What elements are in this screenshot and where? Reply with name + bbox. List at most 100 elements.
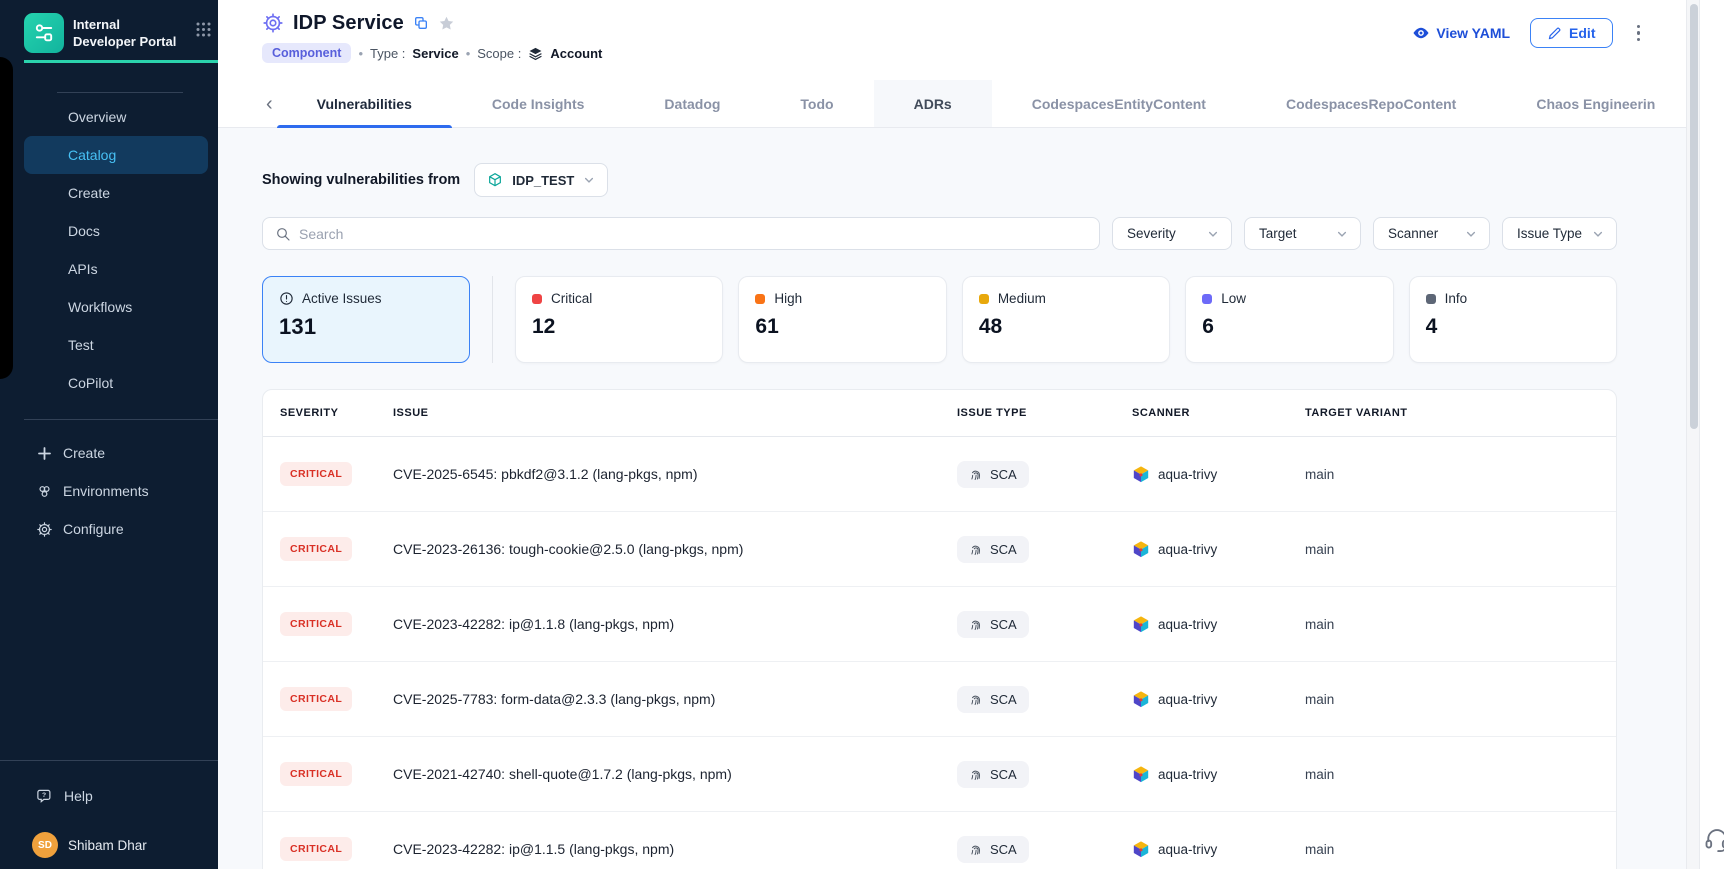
table-row[interactable]: CRITICAL CVE-2021-42740: shell-quote@1.7… — [263, 737, 1616, 812]
severity-badge: CRITICAL — [280, 762, 352, 786]
support-headset-icon[interactable] — [1703, 826, 1724, 859]
high-card[interactable]: High 61 — [738, 276, 946, 363]
sidebar-create-button[interactable]: Create — [0, 434, 218, 472]
portal-logo[interactable] — [24, 13, 64, 53]
sidebar-item-copilot[interactable]: CoPilot — [24, 364, 208, 402]
info-card[interactable]: Info 4 — [1409, 276, 1617, 363]
gear-icon — [36, 521, 53, 538]
sidebar-divider — [24, 419, 218, 420]
search-input[interactable] — [299, 226, 1087, 242]
tab-chaos-engineering[interactable]: Chaos Engineerin — [1496, 80, 1695, 127]
tab-todo[interactable]: Todo — [760, 80, 873, 127]
page-scrollbar — [1686, 0, 1700, 869]
svg-text:?: ? — [42, 792, 46, 799]
filter-scanner[interactable]: Scanner — [1373, 217, 1490, 250]
table-header: SEVERITY ISSUE ISSUE TYPE SCANNER TARGET… — [263, 390, 1616, 437]
sidebar-item-catalog[interactable]: Catalog — [24, 136, 208, 174]
sidebar-help-button[interactable]: ? Help — [0, 777, 218, 815]
medium-card[interactable]: Medium 48 — [962, 276, 1170, 363]
source-select[interactable]: IDP_TEST — [474, 163, 608, 197]
col-target-variant: TARGET VARIANT — [1305, 407, 1616, 419]
sidebar-create-label: Create — [63, 445, 105, 461]
low-dot — [1202, 294, 1212, 304]
filter-issue-type-label: Issue Type — [1517, 226, 1582, 241]
target-variant: main — [1305, 692, 1616, 707]
help-label: Help — [64, 788, 93, 804]
col-issue: ISSUE — [393, 407, 957, 419]
target-variant: main — [1305, 467, 1616, 482]
severity-badge: CRITICAL — [280, 612, 352, 636]
critical-card[interactable]: Critical 12 — [515, 276, 723, 363]
vulnerabilities-panel: Showing vulnerabilities from IDP_TEST — [218, 128, 1686, 869]
user-menu[interactable]: SD Shibam Dhar — [0, 829, 218, 861]
sidebar-item-test[interactable]: Test — [24, 326, 208, 364]
copy-icon[interactable] — [413, 15, 429, 31]
sidebar-item-overview[interactable]: Overview — [24, 98, 208, 136]
scope-value: Account — [550, 46, 602, 61]
tab-datadog[interactable]: Datadog — [624, 80, 760, 127]
chevron-down-icon — [1207, 228, 1219, 240]
fingerprint-icon — [969, 467, 983, 481]
filter-issue-type[interactable]: Issue Type — [1502, 217, 1617, 250]
active-issues-count: 131 — [279, 314, 453, 340]
more-options-icon[interactable] — [1633, 21, 1645, 46]
table-row[interactable]: CRITICAL CVE-2025-6545: pbkdf2@3.1.2 (la… — [263, 437, 1616, 512]
view-yaml-button[interactable]: View YAML — [1412, 24, 1510, 42]
fingerprint-icon — [969, 617, 983, 631]
scrollbar-thumb[interactable] — [1690, 4, 1698, 429]
filter-severity[interactable]: Severity — [1112, 217, 1232, 250]
brand-underline — [24, 60, 218, 63]
high-label: High — [774, 291, 802, 306]
vulnerabilities-table: SEVERITY ISSUE ISSUE TYPE SCANNER TARGET… — [262, 389, 1617, 869]
table-row[interactable]: CRITICAL CVE-2023-42282: ip@1.1.5 (lang-… — [263, 812, 1616, 869]
avatar: SD — [32, 832, 58, 858]
table-row[interactable]: CRITICAL CVE-2023-26136: tough-cookie@2.… — [263, 512, 1616, 587]
sidebar-configure-button[interactable]: Configure — [0, 510, 218, 548]
sidebar-actions: Create Environments Configure — [0, 434, 218, 548]
sidebar-environments-button[interactable]: Environments — [0, 472, 218, 510]
scanner-cell: aqua-trivy — [1132, 690, 1305, 708]
sidebar-item-workflows[interactable]: Workflows — [24, 288, 208, 326]
chevron-down-icon — [583, 174, 595, 186]
tab-codespaces-entity-content[interactable]: CodespacesEntityContent — [992, 80, 1246, 127]
low-card[interactable]: Low 6 — [1185, 276, 1393, 363]
filter-scanner-label: Scanner — [1388, 226, 1438, 241]
edit-label: Edit — [1569, 25, 1595, 41]
tabs-scroll-left-icon[interactable]: ‹ — [262, 94, 277, 114]
issue-text: CVE-2025-6545: pbkdf2@3.1.2 (lang-pkgs, … — [393, 466, 957, 482]
issue-text: CVE-2023-42282: ip@1.1.8 (lang-pkgs, npm… — [393, 616, 957, 632]
table-row[interactable]: CRITICAL CVE-2025-7783: form-data@2.3.3 … — [263, 662, 1616, 737]
issue-text: CVE-2023-42282: ip@1.1.5 (lang-pkgs, npm… — [393, 841, 957, 857]
high-count: 61 — [755, 315, 929, 339]
fingerprint-icon — [969, 767, 983, 781]
main-area: IDP Service Component • Type : Service •… — [218, 0, 1686, 869]
star-icon[interactable] — [438, 15, 455, 32]
tab-adrs[interactable]: ADRs — [874, 80, 992, 127]
severity-badge: CRITICAL — [280, 837, 352, 861]
active-issues-card[interactable]: Active Issues 131 — [262, 276, 470, 363]
table-row[interactable]: CRITICAL CVE-2023-42282: ip@1.1.8 (lang-… — [263, 587, 1616, 662]
info-count: 4 — [1426, 315, 1600, 339]
sidebar-item-create[interactable]: Create — [24, 174, 208, 212]
service-gear-icon — [262, 12, 284, 34]
package-cube-icon — [487, 172, 503, 188]
low-label: Low — [1221, 291, 1246, 306]
issue-type-badge: SCA — [957, 761, 1029, 788]
sidebar-item-docs[interactable]: Docs — [24, 212, 208, 250]
edit-button[interactable]: Edit — [1530, 18, 1612, 48]
showing-label: Showing vulnerabilities from — [262, 172, 460, 188]
plus-icon — [36, 445, 53, 462]
tab-code-insights[interactable]: Code Insights — [452, 80, 625, 127]
sidebar-environments-label: Environments — [63, 483, 149, 499]
fingerprint-icon — [969, 542, 983, 556]
issue-type-badge: SCA — [957, 836, 1029, 863]
sidebar-item-apis[interactable]: APIs — [24, 250, 208, 288]
tab-vulnerabilities[interactable]: Vulnerabilities — [277, 80, 452, 127]
sidebar-divider — [0, 760, 218, 761]
search-bar — [262, 217, 1100, 250]
sidebar: Internal Developer Portal Overview Catal… — [0, 0, 218, 869]
app-launcher-icon[interactable] — [195, 21, 212, 43]
tab-codespaces-repo-content[interactable]: CodespacesRepoContent — [1246, 80, 1496, 127]
filter-target[interactable]: Target — [1244, 217, 1361, 250]
high-dot — [755, 294, 765, 304]
